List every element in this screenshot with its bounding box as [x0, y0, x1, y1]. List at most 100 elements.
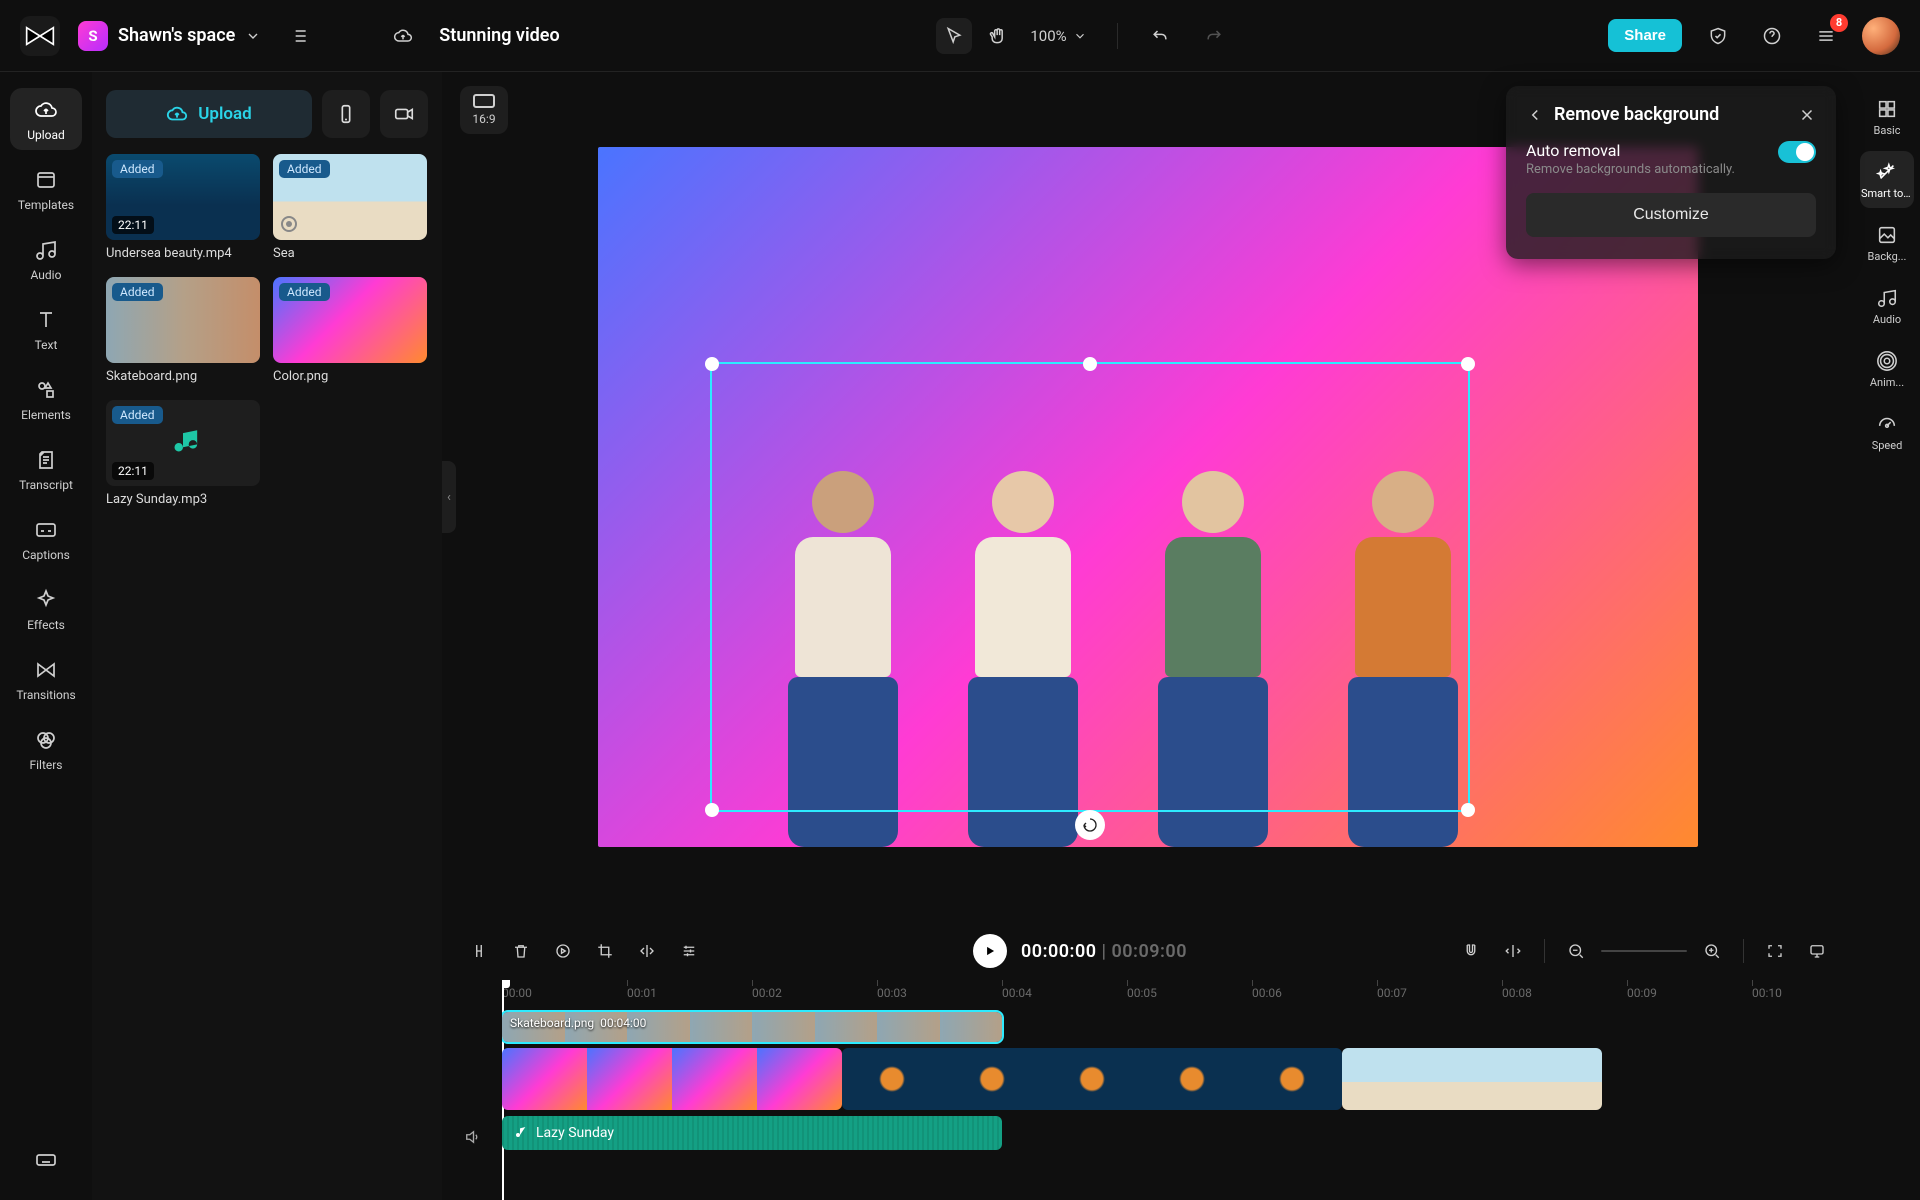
timeline-ruler[interactable]: 00:00 00:01 00:02 00:03 00:04 00:05 00:0…: [502, 980, 1854, 1006]
freeze-button[interactable]: [672, 934, 706, 968]
rail-captions[interactable]: Captions: [10, 508, 82, 570]
hand-icon: [988, 26, 1008, 46]
close-icon[interactable]: [1798, 106, 1816, 124]
clip-skateboard[interactable]: Skateboard.png 00:04:00: [502, 1012, 1002, 1042]
outline-toggle[interactable]: [281, 18, 317, 54]
media-name: Lazy Sunday.mp3: [106, 492, 260, 507]
list-icon: [289, 26, 309, 46]
phone-icon: [335, 103, 357, 125]
timeline-tracks[interactable]: 00:00 00:01 00:02 00:03 00:04 00:05 00:0…: [502, 980, 1854, 1200]
delete-button[interactable]: [504, 934, 538, 968]
rail-filters[interactable]: Filters: [10, 718, 82, 780]
user-avatar[interactable]: [1862, 17, 1900, 55]
resize-handle[interactable]: [1461, 357, 1475, 371]
reverse-button[interactable]: [546, 934, 580, 968]
rotate-handle[interactable]: [1075, 810, 1105, 840]
rotate-icon: [1082, 817, 1098, 833]
workspace-switcher[interactable]: S Shawn's space: [78, 21, 261, 51]
auto-removal-row: Auto removal Remove backgrounds automati…: [1526, 141, 1816, 177]
redo-icon: [1204, 26, 1224, 46]
divider: [1117, 23, 1118, 49]
project-title[interactable]: Stunning video: [439, 25, 559, 46]
media-item[interactable]: Added 22:11 Lazy Sunday.mp3: [106, 400, 260, 507]
selection-box[interactable]: [710, 362, 1470, 812]
share-button[interactable]: Share: [1608, 19, 1682, 52]
fit-button[interactable]: [1758, 934, 1792, 968]
prop-speed[interactable]: Speed: [1860, 403, 1914, 460]
split-button[interactable]: [462, 934, 496, 968]
zoom-slider[interactable]: [1601, 950, 1687, 952]
resize-handle[interactable]: [1083, 357, 1097, 371]
rail-transcript[interactable]: Transcript: [10, 438, 82, 500]
media-item[interactable]: Added Sea: [273, 154, 427, 261]
adjust-icon: [680, 942, 698, 960]
customize-button[interactable]: Customize: [1526, 193, 1816, 237]
shield-check-icon: [1708, 26, 1728, 46]
media-item[interactable]: Added Skateboard.png: [106, 277, 260, 384]
track-audio[interactable]: Lazy Sunday: [502, 1116, 1854, 1150]
rail-keyboard[interactable]: [10, 1138, 82, 1180]
redo-button[interactable]: [1196, 18, 1232, 54]
cloud-sync[interactable]: [385, 18, 421, 54]
image-icon: [1876, 224, 1898, 246]
divider: [1544, 939, 1545, 963]
upload-label: Upload: [198, 104, 251, 124]
aspect-ratio-pill[interactable]: 16:9: [460, 86, 508, 134]
play-button[interactable]: [973, 934, 1007, 968]
rail-transitions[interactable]: Transitions: [10, 648, 82, 710]
chevron-left-icon[interactable]: [1526, 106, 1544, 124]
cloud-icon: [393, 26, 413, 46]
rail-effects[interactable]: Effects: [10, 578, 82, 640]
activity-button[interactable]: 8: [1808, 18, 1844, 54]
hand-tool[interactable]: [980, 18, 1016, 54]
aspect-ratio-label: 16:9: [472, 112, 495, 126]
mirror-button[interactable]: [630, 934, 664, 968]
track-mute-button[interactable]: [455, 1120, 489, 1154]
clip-sea[interactable]: [1342, 1048, 1602, 1110]
phone-import-button[interactable]: [322, 90, 370, 138]
prop-smart-tools[interactable]: Smart tools: [1860, 151, 1914, 208]
magnet-button[interactable]: [1454, 934, 1488, 968]
panel-collapse-handle[interactable]: ‹: [442, 461, 456, 533]
prop-background[interactable]: Backg...: [1860, 214, 1914, 271]
media-name: Undersea beauty.mp4: [106, 246, 260, 261]
app-logo[interactable]: [20, 16, 60, 56]
resize-handle[interactable]: [705, 357, 719, 371]
media-item[interactable]: Added 22:11 Undersea beauty.mp4: [106, 154, 260, 261]
added-badge: Added: [112, 160, 163, 178]
resize-handle[interactable]: [1461, 803, 1475, 817]
resize-handle[interactable]: [705, 803, 719, 817]
select-tool[interactable]: [936, 18, 972, 54]
added-badge: Added: [279, 283, 330, 301]
rail-templates[interactable]: Templates: [10, 158, 82, 220]
fullscreen-button[interactable]: [1800, 934, 1834, 968]
clip-color[interactable]: [502, 1048, 842, 1110]
rail-upload[interactable]: Upload: [10, 88, 82, 150]
zoom-indicator[interactable]: 100%: [1024, 27, 1092, 45]
clip-undersea[interactable]: [842, 1048, 1342, 1110]
prop-audio[interactable]: Audio: [1860, 277, 1914, 334]
prop-basic[interactable]: Basic: [1860, 88, 1914, 145]
auto-removal-label: Auto removal: [1526, 141, 1766, 160]
clip-lazy-sunday[interactable]: Lazy Sunday: [502, 1116, 1002, 1150]
camera-import-button[interactable]: [380, 90, 428, 138]
prop-animation[interactable]: Anim...: [1860, 340, 1914, 397]
rail-text[interactable]: Text: [10, 298, 82, 360]
rail-elements[interactable]: Elements: [10, 368, 82, 430]
crop-button[interactable]: [588, 934, 622, 968]
rail-audio[interactable]: Audio: [10, 228, 82, 290]
upload-button[interactable]: Upload: [106, 90, 312, 138]
canvas-area[interactable]: 16:9 ‹: [442, 72, 1854, 922]
help-button[interactable]: [1754, 18, 1790, 54]
privacy-button[interactable]: [1700, 18, 1736, 54]
track-video[interactable]: [502, 1048, 1854, 1110]
cloud-upload-icon: [166, 103, 188, 125]
undo-button[interactable]: [1142, 18, 1178, 54]
track-overlay[interactable]: Skateboard.png 00:04:00: [502, 1012, 1854, 1042]
zoom-value: 100%: [1030, 27, 1066, 45]
snap-button[interactable]: [1496, 934, 1530, 968]
auto-removal-toggle[interactable]: [1778, 141, 1816, 163]
zoom-out-button[interactable]: [1559, 934, 1593, 968]
media-item[interactable]: Added Color.png: [273, 277, 427, 384]
zoom-in-button[interactable]: [1695, 934, 1729, 968]
